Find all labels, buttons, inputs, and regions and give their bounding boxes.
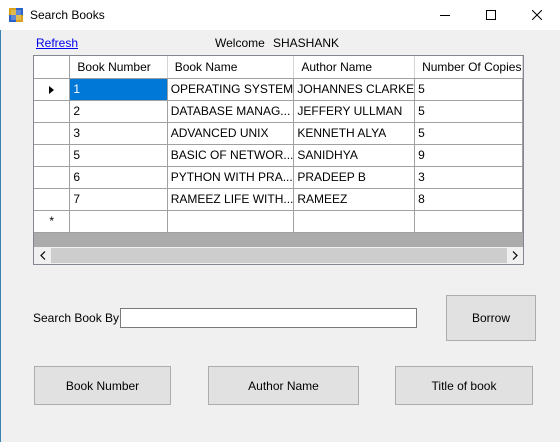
row-header[interactable]: [34, 188, 71, 211]
search-by-author-name-button[interactable]: Author Name: [208, 366, 359, 405]
books-grid[interactable]: Book Number Book Name Author Name Number…: [33, 55, 524, 265]
column-header-book-number[interactable]: Book Number: [69, 56, 168, 79]
cell-book-name[interactable]: [167, 210, 295, 233]
cell-book-number[interactable]: 5: [69, 144, 168, 167]
scroll-left-button[interactable]: [34, 247, 51, 264]
cell-author-name[interactable]: SANIDHYA: [293, 144, 416, 167]
chevron-right-icon: [512, 251, 518, 260]
cell-author-name[interactable]: RAMEEZ: [293, 188, 416, 211]
cell-book-name[interactable]: PYTHON WITH PRA...: [167, 166, 295, 189]
horizontal-scrollbar[interactable]: [34, 247, 523, 264]
chevron-left-icon: [39, 251, 45, 260]
cell-book-name[interactable]: OPERATING SYSTEM: [167, 78, 295, 101]
cell-copies[interactable]: 5: [414, 100, 523, 123]
cell-book-number[interactable]: 2: [69, 100, 168, 123]
cell-book-name[interactable]: DATABASE MANAG...: [167, 100, 295, 123]
cell-author-name[interactable]: JOHANNES CLARKE: [293, 78, 416, 101]
maximize-icon: [486, 10, 496, 20]
welcome-label: Welcome: [215, 36, 265, 50]
cell-copies[interactable]: 9: [414, 144, 523, 167]
cell-author-name[interactable]: KENNETH ALYA: [293, 122, 416, 145]
scrollbar-thumb[interactable]: [51, 248, 507, 263]
column-header-author-name[interactable]: Author Name: [293, 56, 416, 79]
cell-copies[interactable]: 5: [414, 122, 523, 145]
books-table: Book Number Book Name Author Name Number…: [34, 56, 523, 233]
cell-book-number[interactable]: 7: [69, 188, 168, 211]
row-header[interactable]: [34, 122, 71, 145]
search-input[interactable]: [120, 308, 417, 328]
cell-book-number[interactable]: [69, 210, 168, 233]
close-icon: [532, 10, 542, 20]
cell-book-name[interactable]: RAMEEZ LIFE WITH...: [167, 188, 295, 211]
cell-book-number[interactable]: 6: [69, 166, 168, 189]
search-label: Search Book By: [33, 311, 120, 325]
borrow-button[interactable]: Borrow: [446, 295, 536, 341]
table-row[interactable]: 2 DATABASE MANAG... JEFFERY ULLMAN 5: [34, 100, 523, 123]
table-row[interactable]: 7 RAMEEZ LIFE WITH... RAMEEZ 8: [34, 188, 523, 211]
table-row[interactable]: 5 BASIC OF NETWOR... SANIDHYA 9: [34, 144, 523, 167]
table-row[interactable]: 6 PYTHON WITH PRA... PRADEEP B 3: [34, 166, 523, 189]
cell-copies[interactable]: 8: [414, 188, 523, 211]
row-header[interactable]: [34, 100, 71, 123]
cell-book-name[interactable]: BASIC OF NETWOR...: [167, 144, 295, 167]
column-header-number-of-copies[interactable]: Number Of Copies: [414, 56, 523, 79]
refresh-link[interactable]: Refresh: [36, 36, 78, 50]
window-border: [0, 30, 1, 442]
cell-author-name[interactable]: PRADEEP B: [293, 166, 416, 189]
cell-book-name[interactable]: ADVANCED UNIX: [167, 122, 295, 145]
corner-header[interactable]: [34, 56, 71, 79]
column-header-book-name[interactable]: Book Name: [167, 56, 295, 79]
cell-book-number[interactable]: 1: [69, 78, 168, 101]
new-row-marker[interactable]: *: [34, 210, 71, 233]
new-row[interactable]: *: [34, 210, 523, 233]
window-title: Search Books: [30, 8, 105, 22]
minimize-button[interactable]: [422, 0, 468, 30]
row-header[interactable]: [34, 166, 71, 189]
cell-author-name[interactable]: [293, 210, 416, 233]
row-header[interactable]: [34, 144, 71, 167]
maximize-button[interactable]: [468, 0, 514, 30]
cell-copies[interactable]: 5: [414, 78, 523, 101]
row-pointer-icon: [49, 85, 55, 94]
search-by-book-number-button[interactable]: Book Number: [34, 366, 171, 405]
cell-copies[interactable]: [414, 210, 523, 233]
app-icon: [9, 8, 23, 22]
table-row[interactable]: 3 ADVANCED UNIX KENNETH ALYA 5: [34, 122, 523, 145]
cell-book-number[interactable]: 3: [69, 122, 168, 145]
close-button[interactable]: [514, 0, 560, 30]
username-label: SHASHANK: [273, 36, 340, 50]
search-by-title-button[interactable]: Title of book: [395, 366, 533, 405]
scroll-right-button[interactable]: [506, 247, 523, 264]
minimize-icon: [440, 15, 450, 16]
row-header[interactable]: [34, 78, 71, 101]
cell-author-name[interactable]: JEFFERY ULLMAN: [293, 100, 416, 123]
header-row: Book Number Book Name Author Name Number…: [34, 56, 523, 79]
cell-copies[interactable]: 3: [414, 166, 523, 189]
table-row[interactable]: 1 OPERATING SYSTEM JOHANNES CLARKE 5: [34, 78, 523, 101]
title-bar: Search Books: [0, 0, 560, 30]
